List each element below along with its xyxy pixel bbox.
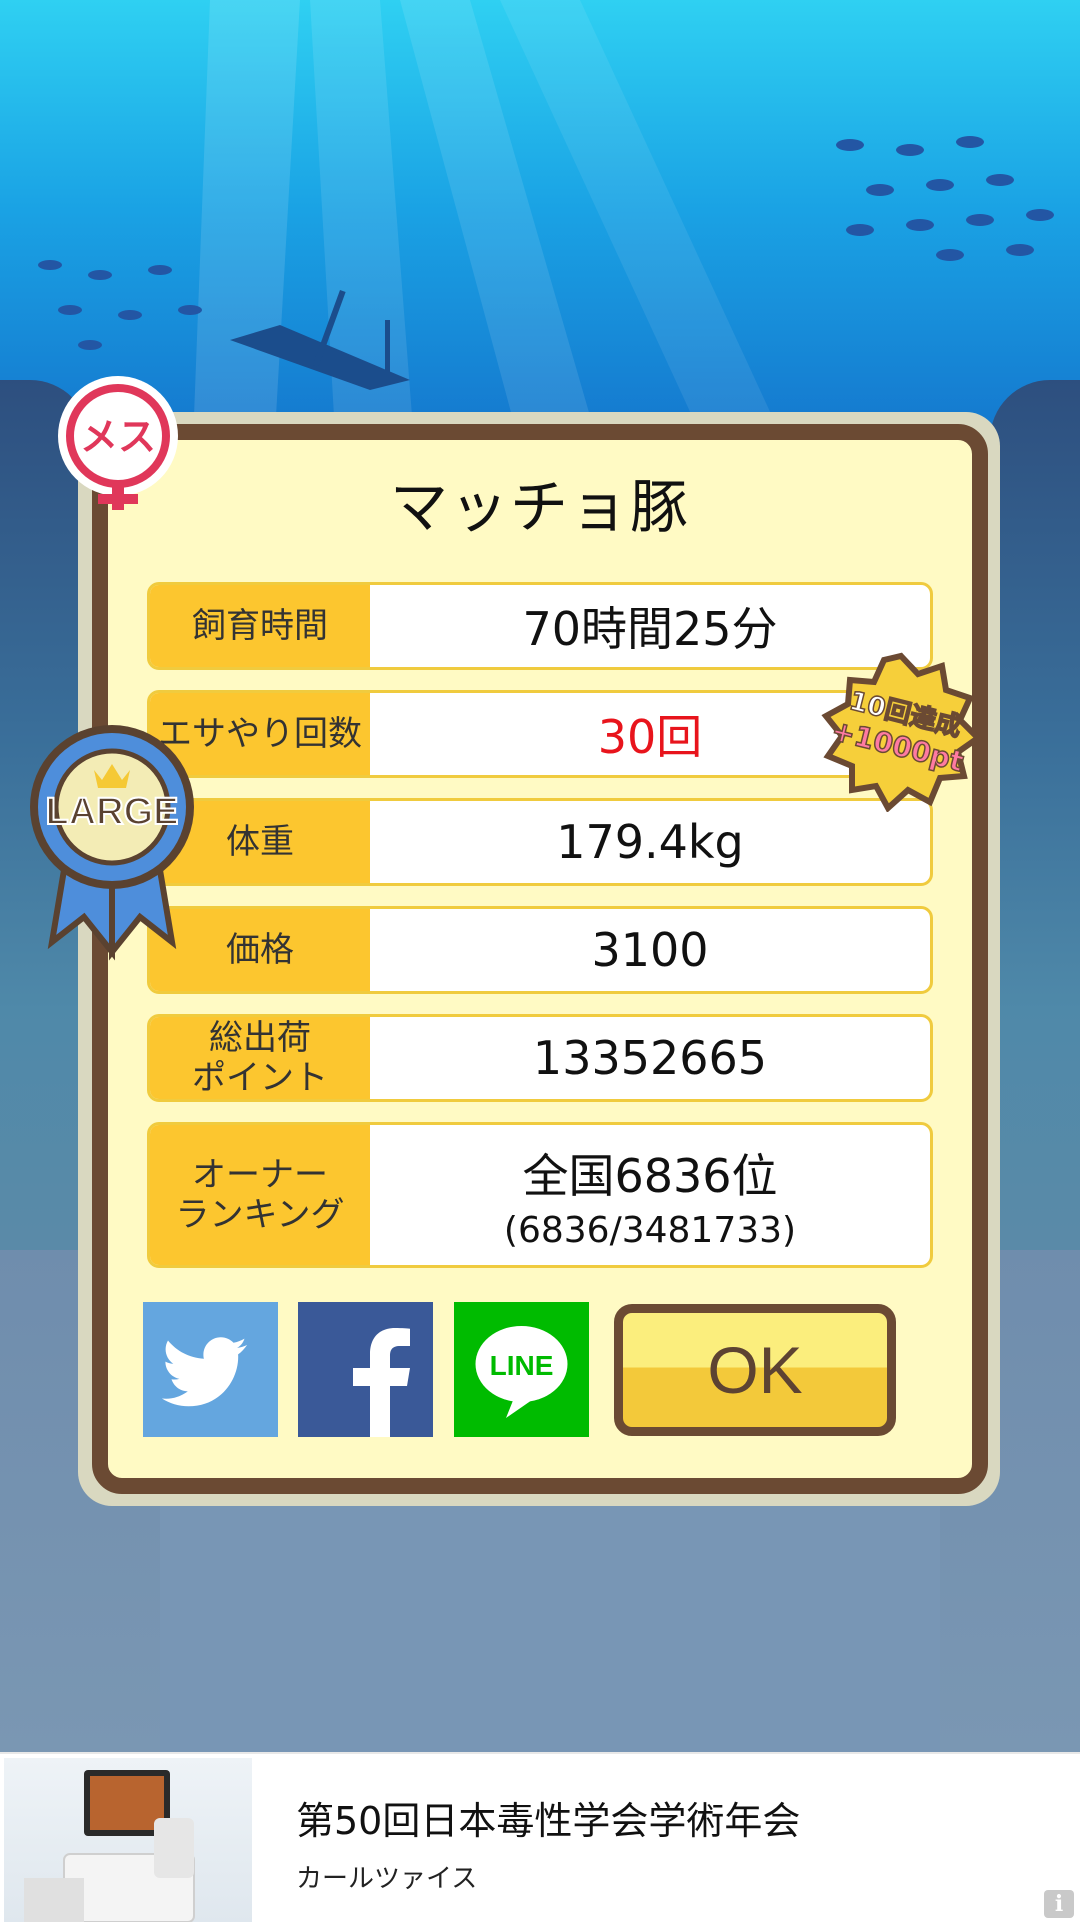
female-gender-badge: メス [58,376,178,510]
national-rank-text: 全国6836位 [522,1148,778,1203]
shipment-points-value: 13352665 [532,1031,768,1085]
raising-time-label: 飼育時間 [150,585,370,667]
ad-info-icon[interactable]: i [1044,1890,1074,1918]
facebook-f-icon [353,1328,410,1437]
feeding-count-row: エサやり回数 30回 [147,690,933,778]
achievement-seal: 10回達成 +1000pt [821,652,983,812]
fish-school [836,136,1054,261]
shipment-points-label: 総出荷 ポイント [150,1017,370,1099]
line-label: LINE [490,1350,554,1381]
size-label: LARGE [46,791,179,833]
ad-title[interactable]: 第50回日本毒性学会学術年会 [296,1790,800,1845]
ad-banner[interactable]: 第50回日本毒性学会学術年会 カールツァイス [0,1752,1080,1922]
owner-ranking-label: オーナー ランキング [150,1125,370,1265]
microscope-image [24,1770,195,1922]
twitter-share-button[interactable] [143,1302,278,1437]
line-logo-icon: LINE [475,1326,568,1418]
ad-advertiser[interactable]: カールツァイス [296,1858,477,1895]
fish-school [38,260,202,350]
ok-button[interactable]: OK [614,1304,896,1436]
line-share-button[interactable]: LINE [454,1302,589,1437]
shipment-points-row: 総出荷 ポイント 13352665 [147,1014,933,1102]
price-value: 3100 [591,923,709,977]
price-row: 価格 3100 [147,906,933,994]
weight-row: 体重 179.4kg [147,798,933,886]
twitter-bird-icon [161,1337,247,1407]
raising-time-row: 飼育時間 70時間25分 [147,582,933,670]
rank-detail-text: (6836/3481733) [503,1209,797,1251]
gender-text: メス [80,415,156,459]
shipwreck-silhouette [230,290,410,390]
large-size-ribbon: LARGE [30,725,194,961]
owner-ranking-value: 全国6836位 (6836/3481733) [370,1125,930,1265]
facebook-share-button[interactable] [298,1302,433,1437]
ad-product-image[interactable] [4,1758,252,1922]
owner-ranking-row: オーナー ランキング 全国6836位 (6836/3481733) [147,1122,933,1268]
weight-value: 179.4kg [556,815,744,869]
